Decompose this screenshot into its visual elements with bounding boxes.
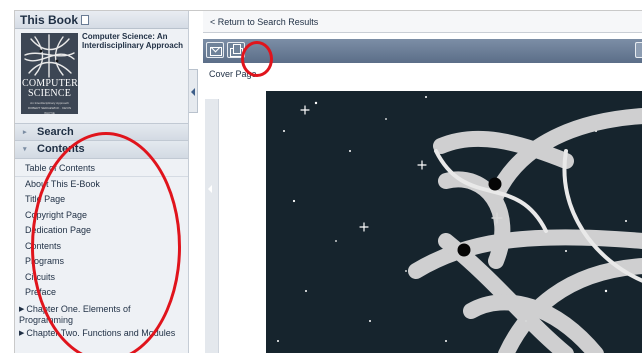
toc-item[interactable]: Preface [15, 285, 188, 301]
main-viewer: < Return to Search Results Cover Page [203, 11, 642, 353]
toc-item[interactable]: Title Page [15, 192, 188, 208]
cover-authors: Robert Sedgewick · Kevin Wayne [27, 106, 72, 114]
cover-art [266, 91, 642, 353]
chevron-down-icon: ▾ [23, 146, 27, 153]
section-search-label: Search [37, 126, 74, 138]
toc-item[interactable]: Circuits [15, 270, 188, 286]
page-label: Cover Page [209, 69, 257, 79]
print-icon[interactable] [227, 42, 245, 58]
toc-item[interactable]: About This E-Book [15, 177, 188, 193]
mail-icon[interactable] [206, 42, 224, 58]
sidebar-header: This Book [15, 11, 188, 29]
cover-thumbnail-subtitle: An Interdisciplinary Approach Robert Sed… [23, 101, 76, 114]
collapse-sidebar-tab[interactable] [189, 69, 198, 113]
toc-item-expandable[interactable]: ▶ Chapter One. Elements of Programming [15, 301, 188, 325]
book-info: Computer Science An Interdisciplinary Ap… [15, 29, 188, 123]
toc-item-label: Chapter Two. Functions and Modules [26, 327, 176, 338]
sidebar: This Book COMPUTER SCIENCE An Interdisci… [15, 11, 189, 353]
chevron-right-icon: ▸ [23, 129, 27, 136]
table-of-contents-list: Table of Contents About This E-Book Titl… [15, 159, 188, 349]
toc-item[interactable]: Dedication Page [15, 223, 188, 239]
toc-item[interactable]: Contents [15, 239, 188, 255]
return-to-search-link[interactable]: < Return to Search Results [203, 11, 642, 33]
toc-item[interactable]: Table of Contents [15, 161, 188, 177]
toc-item[interactable]: Copyright Page [15, 208, 188, 224]
reader-frame: This Book COMPUTER SCIENCE An Interdisci… [14, 10, 642, 353]
toolbar-right-button[interactable] [635, 42, 642, 58]
viewer-left-scroll[interactable] [205, 99, 219, 353]
toc-item-expandable[interactable]: ▶ Chapter Two. Functions and Modules [15, 325, 188, 349]
section-contents[interactable]: ▾ Contents [15, 141, 188, 159]
cover-thumbnail-title: Computer Science [22, 79, 78, 99]
sidebar-title: This Book [20, 13, 79, 27]
book-cover-page [266, 91, 642, 353]
book-cover-thumbnail[interactable]: Computer Science An Interdisciplinary Ap… [21, 33, 78, 114]
section-contents-label: Contents [37, 143, 85, 155]
cover-title-line2: Science [27, 88, 72, 99]
toc-item-label: Chapter One. Elements of Programming [19, 303, 131, 325]
expand-triangle-icon[interactable]: ▶ [19, 329, 24, 339]
reader-toolbar [203, 39, 642, 63]
expand-triangle-icon[interactable]: ▶ [19, 305, 24, 315]
toc-item[interactable]: Programs [15, 254, 188, 270]
book-icon [81, 15, 90, 25]
book-title[interactable]: Computer Science: An Interdisciplinary A… [82, 32, 186, 50]
section-search[interactable]: ▸ Search [15, 123, 188, 141]
